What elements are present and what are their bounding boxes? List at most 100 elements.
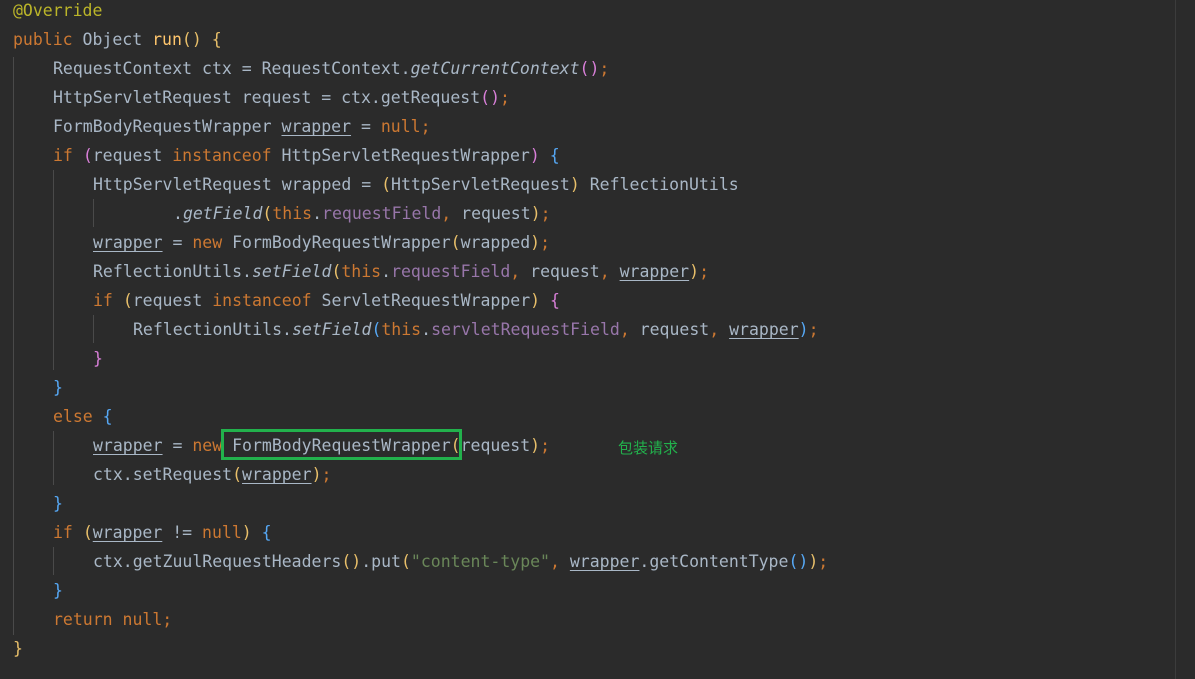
code-token: ) [798, 320, 809, 339]
code-token: () [579, 59, 600, 78]
code-line[interactable]: } [93, 347, 103, 376]
code-token: ; [699, 262, 709, 281]
indent-guide [53, 547, 54, 575]
code-line[interactable]: RequestContext ctx = RequestContext.getC… [53, 57, 609, 86]
code-token: HttpServletRequest request = ctx.getRequ… [53, 88, 481, 107]
code-token: ) [569, 175, 580, 194]
code-token: public [13, 30, 83, 49]
code-token: { [550, 291, 560, 310]
code-token: . [381, 262, 392, 281]
code-token: ; [420, 117, 431, 136]
code-token: ( [400, 552, 411, 571]
code-token: = [162, 436, 193, 455]
code-token: () [788, 552, 809, 571]
code-token: ctx.getZuulRequestHeaders [93, 552, 342, 571]
code-token: } [93, 349, 103, 368]
code-token: FormBodyRequestWrapper [53, 117, 282, 136]
code-token: if [93, 291, 123, 310]
code-line[interactable]: wrapper = new FormBodyRequestWrapper(wra… [93, 231, 550, 260]
code-line[interactable]: ReflectionUtils.setField(this.requestFie… [93, 260, 709, 289]
code-line[interactable]: } [53, 376, 63, 405]
code-token: ; [321, 465, 332, 484]
code-token: ; [500, 88, 510, 107]
code-line[interactable]: } [53, 492, 63, 521]
code-token: null [380, 117, 421, 136]
code-token: . [312, 204, 323, 223]
code-editor[interactable]: @Override public Object run() {RequestCon… [0, 0, 1195, 679]
code-token: HttpServletRequest wrapped = [93, 175, 382, 194]
code-line[interactable]: .getField(this.requestField, request); [173, 202, 551, 231]
code-token: wrapped [460, 233, 531, 252]
code-token: ) [530, 291, 541, 310]
code-token: ; [540, 233, 551, 252]
code-token: } [13, 639, 23, 658]
code-token: wrapper [93, 436, 163, 455]
code-token: ; [808, 320, 819, 339]
code-token: ( [82, 523, 93, 542]
indent-guide [53, 170, 54, 370]
code-token: requestField [391, 262, 511, 281]
code-token: } [53, 494, 63, 513]
code-token: instanceof [172, 146, 282, 165]
code-token: ( [381, 175, 392, 194]
code-line[interactable]: if (wrapper != null) { [53, 521, 272, 550]
code-token: ) [311, 465, 322, 484]
code-token: != [162, 523, 203, 542]
code-line[interactable]: } [13, 637, 23, 666]
code-token: @Override [13, 1, 103, 20]
code-token: ) [689, 262, 700, 281]
code-line[interactable]: FormBodyRequestWrapper wrapper = null; [53, 115, 431, 144]
code-line[interactable]: return null; [53, 608, 172, 637]
code-token: { [102, 407, 113, 426]
code-token: = [351, 117, 381, 136]
code-token: () [480, 88, 501, 107]
editor-right-margin-line [1175, 0, 1176, 679]
code-token: setField [291, 320, 372, 339]
code-line[interactable]: else { [53, 405, 113, 434]
code-line[interactable]: if (request instanceof ServletRequestWra… [93, 289, 560, 318]
code-line[interactable]: } [53, 579, 63, 608]
code-line[interactable]: ReflectionUtils.setField(this.servletReq… [133, 318, 819, 347]
indent-guide [93, 315, 94, 343]
code-token: wrapper [619, 262, 690, 281]
code-token: ctx.setRequest [93, 465, 233, 484]
code-token: null [122, 610, 163, 629]
code-token: ( [82, 146, 93, 165]
code-token: wrapper [93, 233, 163, 252]
code-line[interactable]: @Override [13, 0, 102, 28]
code-token: { [211, 30, 222, 49]
code-token: } [53, 581, 63, 600]
code-token: ( [122, 291, 133, 310]
code-token: if [53, 523, 83, 542]
code-token: , [599, 262, 620, 281]
code-token: . [421, 320, 432, 339]
code-token: "content-type" [410, 552, 550, 571]
code-line[interactable]: ctx.setRequest(wrapper); [93, 463, 331, 492]
code-line[interactable]: if (request instanceof HttpServletReques… [53, 144, 560, 173]
code-token: this [272, 204, 313, 223]
code-token: request [460, 436, 531, 455]
code-token: ) [530, 233, 541, 252]
indent-guide [13, 57, 14, 635]
code-token: run [152, 30, 182, 49]
code-token: , [441, 204, 462, 223]
code-token: requestField [322, 204, 442, 223]
code-token: ; [599, 59, 610, 78]
code-token: ; [162, 610, 173, 629]
code-token: ReflectionUtils. [93, 262, 252, 281]
code-line[interactable]: ctx.getZuulRequestHeaders().put("content… [93, 550, 828, 579]
code-token: request [92, 146, 173, 165]
code-token: . [173, 204, 183, 223]
code-token: Object [82, 30, 153, 49]
code-token: FormBodyRequestWrapper [232, 233, 451, 252]
code-token: ServletRequestWrapper [321, 291, 531, 310]
code-line[interactable]: HttpServletRequest request = ctx.getRequ… [53, 86, 510, 115]
code-line[interactable]: HttpServletRequest wrapped = (HttpServle… [93, 173, 739, 202]
code-token: this [381, 320, 422, 339]
code-token: () [181, 30, 202, 49]
code-token: return [53, 610, 123, 629]
annotation-note: 包装请求 [618, 439, 679, 457]
code-line[interactable]: public Object run() { [13, 28, 222, 57]
